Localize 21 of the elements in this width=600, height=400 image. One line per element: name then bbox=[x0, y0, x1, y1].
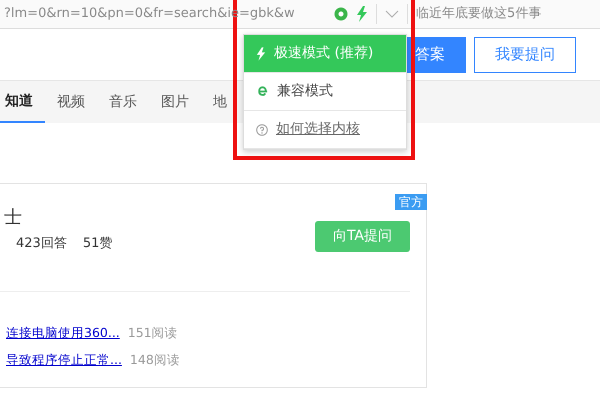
article-link[interactable]: 导致程序停止正常... bbox=[6, 350, 122, 370]
read-count: 148阅读 bbox=[130, 350, 180, 369]
nav-tab[interactable]: 知道 bbox=[0, 81, 45, 123]
nav-tab[interactable]: 地 bbox=[201, 81, 239, 123]
user-name: 士 bbox=[4, 206, 22, 230]
article-link[interactable]: 连接电脑使用360... bbox=[6, 324, 120, 343]
read-count: 151阅读 bbox=[128, 324, 178, 342]
stat-count: 51赞 bbox=[82, 235, 112, 253]
nav-tab[interactable]: 图片 bbox=[149, 81, 201, 123]
chevron-down-icon[interactable] bbox=[385, 10, 399, 18]
lightning-icon bbox=[256, 46, 266, 60]
browser-e-icon bbox=[256, 85, 269, 98]
help-icon bbox=[256, 124, 268, 136]
lightning-icon[interactable] bbox=[356, 6, 368, 22]
shutter-icon[interactable] bbox=[334, 7, 348, 21]
official-tag: 官方 bbox=[395, 194, 427, 210]
ask-question-button[interactable]: 我要提问 bbox=[474, 36, 576, 72]
stat-count: 423回答 bbox=[16, 235, 67, 253]
menu-item[interactable]: 兼容模式 bbox=[244, 73, 406, 111]
nav-tab[interactable]: 音乐 bbox=[97, 81, 149, 123]
nav-tab[interactable]: 视频 bbox=[45, 81, 97, 123]
